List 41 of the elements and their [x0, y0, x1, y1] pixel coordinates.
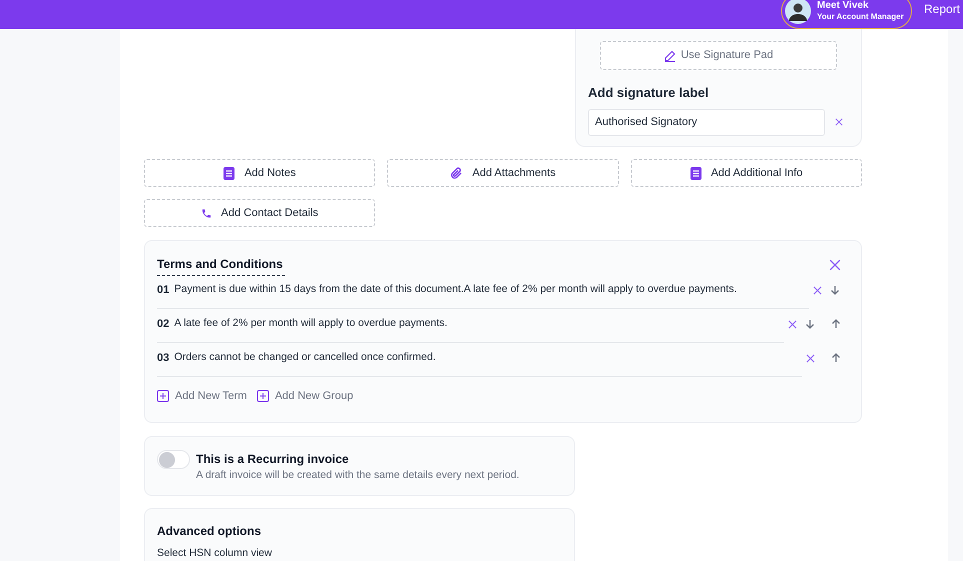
signature-label-field[interactable]: Authorised Signatory	[588, 108, 825, 136]
paperclip-icon	[450, 166, 464, 180]
report-link[interactable]: Report	[924, 0, 960, 18]
recurring-title: This is a Recurring invoice	[196, 451, 350, 468]
close-icon[interactable]	[835, 118, 843, 126]
term-text: Orders cannot be changed or cancelled once confirmed.	[174, 350, 436, 365]
term-text: A late fee of 2% per month will apply to overdue payments.	[174, 316, 448, 331]
avatar-icon	[785, 0, 811, 24]
document-icon	[690, 166, 702, 180]
pen-icon	[664, 50, 676, 62]
phone-icon	[201, 208, 212, 218]
recurring-description: A draft invoice will be created with the same details every next period.	[196, 468, 520, 483]
terms-title: Terms and Conditions	[157, 255, 285, 276]
plus-square-icon	[157, 390, 169, 402]
remove-icon[interactable]	[788, 320, 797, 328]
add-term-button[interactable]: Add New Term	[157, 388, 247, 404]
arrow-up-icon[interactable]	[831, 319, 841, 329]
hsn-label: Select HSN column view	[157, 546, 273, 561]
plus-square-icon	[256, 390, 269, 402]
term-number: 03	[157, 351, 170, 366]
add-option-button[interactable]: Add Attachments	[387, 159, 619, 187]
term-number: 01	[157, 283, 170, 298]
signature-pad-button[interactable]: Use Signature Pad	[600, 41, 837, 70]
recurring-toggle[interactable]	[157, 450, 190, 469]
arrow-up-icon[interactable]	[831, 353, 841, 363]
remove-icon[interactable]	[813, 286, 822, 294]
close-icon[interactable]	[829, 259, 841, 271]
term-text: Payment is due within 15 days from the date of this document.A late fee of 2% per month will apply to overdue payments.	[174, 282, 737, 297]
manager-name: Meet Vivek	[817, 0, 870, 11]
arrow-down-icon[interactable]	[830, 285, 840, 295]
manager-role: Your Account Manager	[817, 11, 904, 22]
add-option-button[interactable]: Add Contact Details	[144, 199, 376, 227]
document-icon	[223, 166, 236, 180]
remove-icon[interactable]	[806, 354, 815, 362]
signature-label-heading: Add signature label	[588, 84, 710, 102]
add-option-button[interactable]: Add Additional Info	[630, 159, 862, 187]
advanced-title: Advanced options	[157, 523, 262, 540]
arrow-down-icon[interactable]	[805, 319, 815, 329]
add-option-button[interactable]: Add Notes	[144, 159, 376, 187]
term-number: 02	[157, 317, 170, 332]
add-group-button[interactable]: Add New Group	[256, 388, 354, 404]
